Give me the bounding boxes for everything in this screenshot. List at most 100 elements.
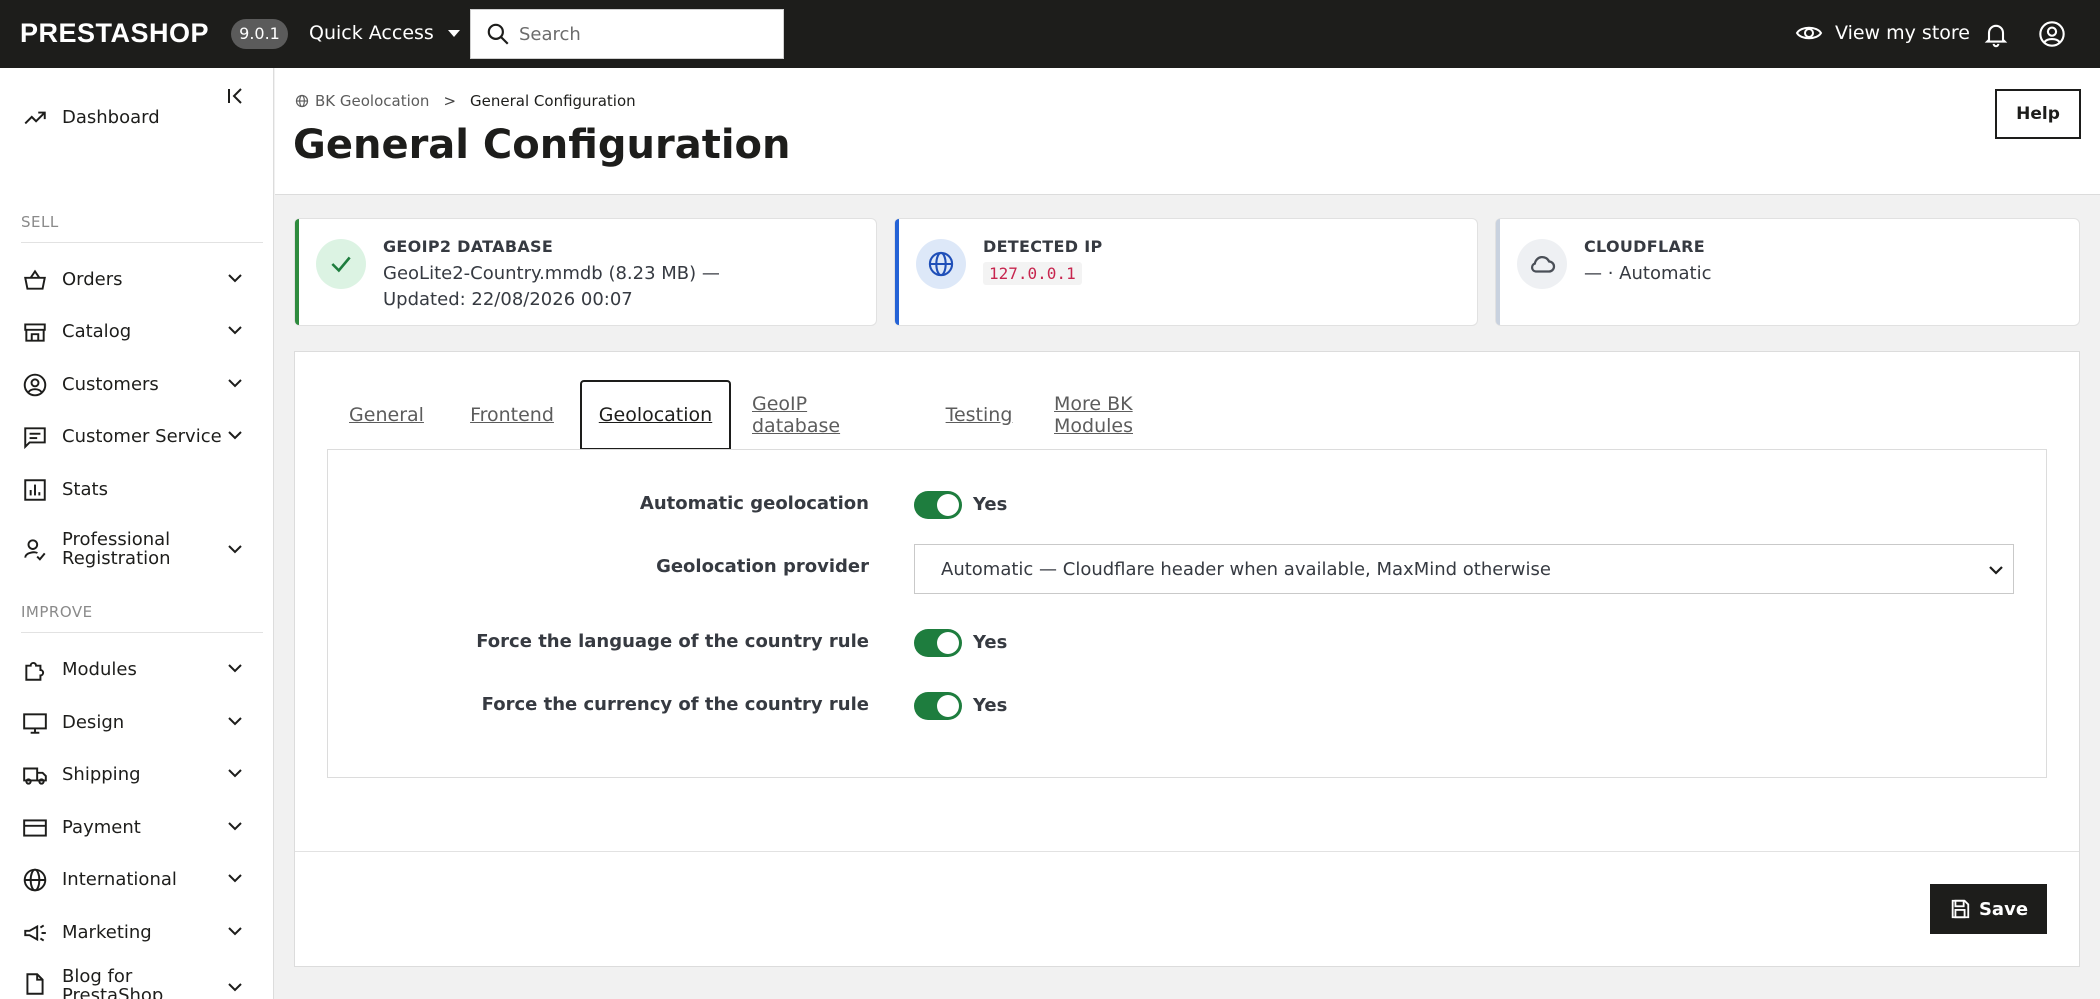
eye-icon <box>1795 26 1823 40</box>
card-value: — · Automatic <box>1584 263 1712 284</box>
sidebar-item-label: Payment <box>62 816 141 838</box>
user-account-icon[interactable] <box>2038 20 2066 48</box>
geolocation-provider-select[interactable]: Automatic — Cloudflare header when avail… <box>914 544 2014 594</box>
logo[interactable]: PRESTASHOP <box>20 18 209 49</box>
force-language-label: Force the language of the country rule <box>476 631 869 652</box>
sidebar-item-dashboard[interactable]: Dashboard <box>0 97 274 137</box>
view-my-store-link[interactable]: View my store <box>1795 22 1970 44</box>
monitor-icon <box>23 713 47 734</box>
tab-geoip-database[interactable]: GeoIP database <box>752 380 900 450</box>
switch-knob <box>937 494 959 516</box>
credit-card-icon <box>23 819 47 837</box>
card-accent-bar <box>895 219 899 325</box>
search-input[interactable] <box>517 11 767 57</box>
tab-frontend[interactable]: Frontend <box>460 380 564 450</box>
version-badge: 9.0.1 <box>231 19 288 49</box>
tab-more-bk-modules[interactable]: More BK Modules <box>1054 380 1216 450</box>
sidebar-item-blog[interactable]: Blog for PrestaShop <box>0 963 274 999</box>
automatic-geolocation-label: Automatic geolocation <box>639 493 869 514</box>
quick-access-label: Quick Access <box>309 22 434 44</box>
truck-icon <box>23 767 47 785</box>
card-value: 127.0.0.1 <box>983 261 1082 287</box>
sidebar-item-international[interactable]: International <box>0 859 274 899</box>
sidebar-item-label: International <box>62 868 177 890</box>
view-my-store-label: View my store <box>1835 22 1970 44</box>
cloudflare-card: CLOUDFLARE — · Automatic <box>1495 218 2080 326</box>
card-title: GEOIP2 DATABASE <box>383 237 554 256</box>
section-divider <box>21 632 263 633</box>
sidebar-item-design[interactable]: Design <box>0 702 274 742</box>
bar-chart-icon <box>24 479 46 501</box>
help-button[interactable]: Help <box>1995 89 2081 139</box>
force-currency-label: Force the currency of the country rule <box>481 694 869 715</box>
store-icon <box>24 323 46 342</box>
sidebar-item-marketing[interactable]: Marketing <box>0 912 274 952</box>
breadcrumb-separator: > <box>443 92 457 110</box>
force-language-switch[interactable] <box>914 629 962 657</box>
puzzle-icon <box>25 662 45 681</box>
chevron-down-icon <box>228 274 242 283</box>
person-check-icon <box>24 539 46 561</box>
globe-icon <box>928 251 954 277</box>
sidebar-item-orders[interactable]: Orders <box>0 259 274 299</box>
geolocation-provider-selected: Automatic — Cloudflare header when avail… <box>941 558 1551 580</box>
force-currency-switch[interactable] <box>914 692 962 720</box>
tab-testing[interactable]: Testing <box>938 380 1020 450</box>
chevron-down-icon <box>228 927 242 936</box>
sidebar-item-shipping[interactable]: Shipping <box>0 754 274 794</box>
sidebar-item-label: Customers <box>62 373 159 395</box>
save-button[interactable]: Save <box>1930 884 2047 934</box>
globe-icon <box>23 868 47 892</box>
switch-knob <box>937 695 959 717</box>
sidebar-item-payment[interactable]: Payment <box>0 807 274 847</box>
quick-access-button[interactable]: Quick Access <box>309 22 460 44</box>
chevron-down-icon <box>228 545 242 554</box>
caret-down-icon <box>447 29 460 37</box>
bell-icon[interactable] <box>1982 20 2010 48</box>
chevron-down-icon <box>228 326 242 335</box>
panel-footer-divider <box>295 851 2079 852</box>
card-accent-bar <box>295 219 299 325</box>
sidebar-item-label: Orders <box>62 268 123 290</box>
sidebar: Dashboard SELL Orders Catalog Customers … <box>0 68 274 999</box>
section-label-improve: IMPROVE <box>21 603 93 621</box>
section-label-sell: SELL <box>21 213 59 231</box>
cloud-icon <box>1530 255 1556 273</box>
card-accent-bar <box>1496 219 1500 325</box>
card-value: GeoLite2-Country.mmdb (8.23 MB) — Update… <box>383 263 720 310</box>
detected-ip-card: DETECTED IP 127.0.0.1 <box>894 218 1478 326</box>
sidebar-item-label: Shipping <box>62 763 141 785</box>
sidebar-item-catalog[interactable]: Catalog <box>0 311 274 351</box>
geolocation-provider-label: Geolocation provider <box>656 556 869 577</box>
sidebar-item-professional-registration[interactable]: Professional Registration <box>0 524 274 574</box>
megaphone-icon <box>24 924 46 942</box>
chevron-down-icon <box>228 822 242 831</box>
trending-up-icon <box>24 111 46 125</box>
card-title: CLOUDFLARE <box>1584 237 1705 256</box>
floppy-disk-icon <box>1951 899 1970 919</box>
sidebar-item-customer-service[interactable]: Customer Service <box>0 416 274 456</box>
automatic-geolocation-switch[interactable] <box>914 491 962 519</box>
chevron-down-icon <box>228 769 242 778</box>
breadcrumb-parent-link[interactable]: BK Geolocation <box>315 92 429 110</box>
chevron-down-icon <box>1989 566 2003 575</box>
sidebar-item-label: Catalog <box>62 320 132 342</box>
sidebar-item-stats[interactable]: Stats <box>0 469 274 509</box>
tab-geolocation[interactable]: Geolocation <box>580 380 731 450</box>
search-box[interactable] <box>470 9 784 59</box>
sidebar-item-label: Design <box>62 711 125 733</box>
chevron-down-icon <box>228 431 242 440</box>
card-icon-circle <box>316 239 366 289</box>
sidebar-item-label: Marketing <box>62 921 152 943</box>
globe-icon <box>295 94 309 108</box>
sidebar-item-label: Stats <box>62 478 108 500</box>
sidebar-item-customers[interactable]: Customers <box>0 364 274 404</box>
sidebar-item-label: Dashboard <box>62 106 160 128</box>
search-icon <box>487 23 509 45</box>
card-title: DETECTED IP <box>983 237 1103 256</box>
tab-general[interactable]: General <box>344 380 429 450</box>
page-title: General Configuration <box>293 122 791 168</box>
sidebar-item-modules[interactable]: Modules <box>0 649 274 689</box>
chevron-down-icon <box>228 874 242 883</box>
form-container <box>327 449 2047 778</box>
